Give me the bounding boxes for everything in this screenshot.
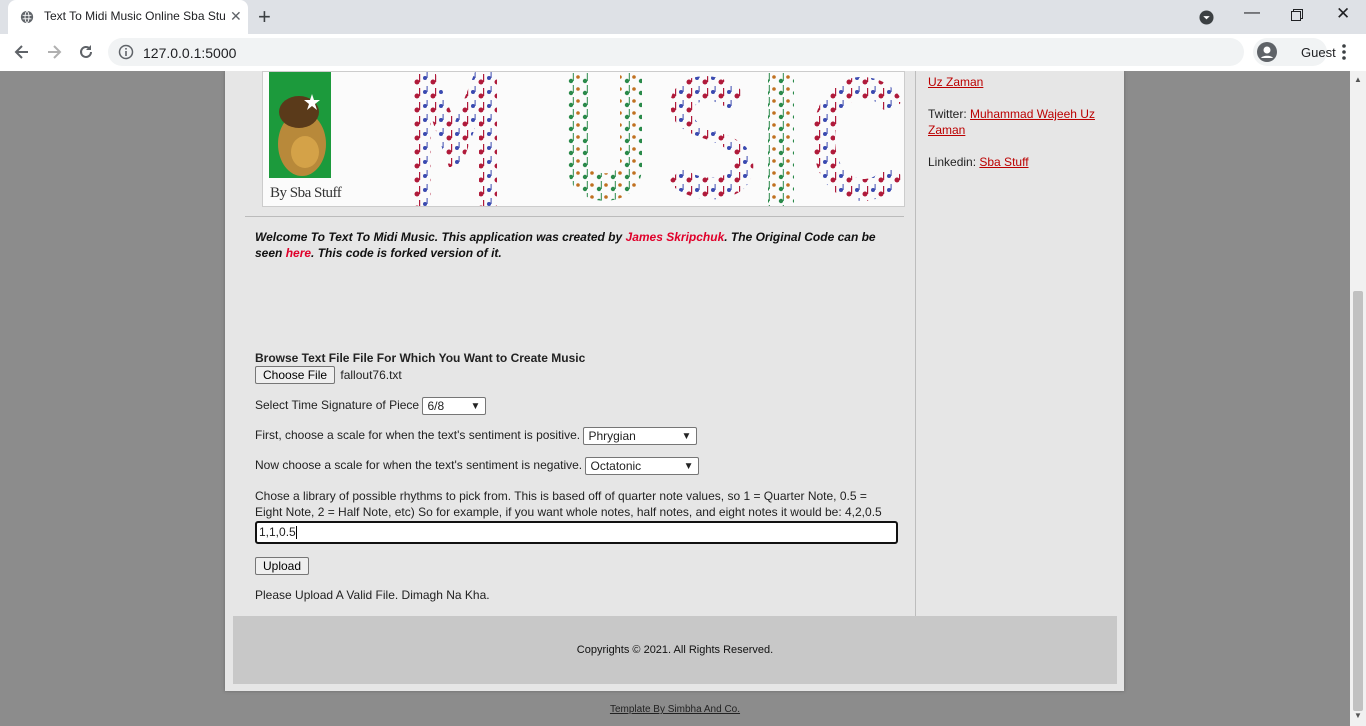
banner-divider	[245, 216, 904, 217]
chevron-down-icon: ▼	[683, 461, 694, 472]
kebab-menu-icon[interactable]	[1339, 41, 1349, 63]
main-content: By Sba Stuff Welcome To Text To Midi Mus…	[225, 71, 916, 616]
url-text: 127.0.0.1:5000	[143, 45, 237, 61]
original-code-link[interactable]: here	[286, 246, 311, 260]
copyright-text: Copyrights © 2021. All Rights Reserved.	[576, 644, 774, 656]
page-container: By Sba Stuff Welcome To Text To Midi Mus…	[225, 71, 1124, 691]
tab-title: Text To Midi Music Online Sba Stuff	[44, 9, 226, 23]
positive-scale-label: First, choose a scale for when the text'…	[255, 428, 581, 443]
welcome-part-1: Welcome To Text To Midi Music. This appl…	[255, 230, 626, 244]
restore-icon[interactable]	[1291, 9, 1303, 21]
rhythm-label: Chose a library of possible rhythms to p…	[255, 489, 882, 519]
page-scrollbar[interactable]: ▲ ▼	[1350, 71, 1366, 726]
scrollbar-thumb[interactable]	[1353, 291, 1363, 711]
sidebar-top-link[interactable]: Uz Zaman	[928, 75, 983, 89]
new-tab-icon[interactable]: +	[258, 4, 271, 30]
tab-close-icon[interactable]: ✕	[230, 8, 242, 25]
negative-scale-row: Now choose a scale for when the text's s…	[255, 457, 700, 475]
music-notes-art	[413, 72, 903, 206]
footer: Copyrights © 2021. All Rights Reserved.	[233, 616, 1117, 684]
time-signature-label: Select Time Signature of Piece	[255, 398, 420, 413]
globe-icon	[20, 10, 34, 24]
browser-tabbar: Text To Midi Music Online Sba Stuff ✕ + …	[0, 0, 1366, 34]
linkedin-label: Linkedin:	[928, 155, 980, 169]
linkedin-row: Linkedin: Sba Stuff	[928, 154, 1029, 170]
browser-toolbar: 127.0.0.1:5000 Guest	[0, 34, 1366, 72]
choose-file-button[interactable]: Choose File	[255, 366, 336, 384]
address-bar[interactable]: 127.0.0.1:5000	[108, 38, 1244, 66]
upload-row: Upload	[255, 557, 310, 575]
tab-search-icon[interactable]	[1199, 10, 1214, 25]
page-viewport: By Sba Stuff Welcome To Text To Midi Mus…	[0, 71, 1350, 726]
header-banner: By Sba Stuff	[262, 71, 905, 207]
linkedin-link[interactable]: Sba Stuff	[979, 155, 1028, 169]
time-signature-value: 6/8	[427, 399, 445, 413]
template-credit-link[interactable]: Template By Simbha And Co.	[0, 704, 1350, 715]
twitter-row: Twitter: Muhammad Wajeeh Uz Zaman	[928, 106, 1108, 138]
profile-button[interactable]: Guest	[1253, 38, 1336, 66]
scroll-up-icon[interactable]: ▲	[1354, 75, 1362, 84]
positive-scale-row: First, choose a scale for when the text'…	[255, 427, 698, 445]
back-icon[interactable]	[12, 42, 32, 62]
positive-scale-select[interactable]: Phrygian ▼	[583, 427, 698, 445]
scroll-down-icon[interactable]: ▼	[1354, 711, 1362, 720]
negative-scale-select[interactable]: Octatonic ▼	[585, 457, 700, 475]
rhythm-input[interactable]: 1,1,0.5	[255, 521, 898, 544]
negative-scale-value: Octatonic	[590, 459, 642, 473]
time-signature-row: Select Time Signature of Piece 6/8 ▼	[255, 397, 487, 415]
minimize-icon[interactable]: —	[1244, 4, 1260, 22]
close-window-icon[interactable]: ✕	[1336, 4, 1350, 24]
welcome-text: Welcome To Text To Midi Music. This appl…	[255, 229, 895, 261]
status-message: Please Upload A Valid File. Dimagh Na Kh…	[255, 588, 490, 602]
sidebar-top-link-row: Uz Zaman	[928, 74, 983, 90]
file-name: fallout76.txt	[340, 368, 402, 382]
banner-byline: By Sba Stuff	[270, 185, 342, 201]
positive-scale-value: Phrygian	[588, 429, 636, 443]
forward-icon[interactable]	[44, 42, 64, 62]
file-label: Browse Text File File For Which You Want…	[255, 351, 586, 365]
avatar-icon	[1257, 42, 1277, 62]
rhythm-input-value: 1,1,0.5	[259, 525, 296, 539]
browser-tab[interactable]: Text To Midi Music Online Sba Stuff ✕	[8, 0, 248, 34]
lion-logo-icon	[269, 72, 331, 178]
author-link[interactable]: James Skripchuk	[626, 230, 725, 244]
negative-scale-label: Now choose a scale for when the text's s…	[255, 458, 583, 473]
profile-label: Guest	[1301, 45, 1336, 60]
file-input-row: Choose File fallout76.txt	[255, 366, 402, 384]
time-signature-select[interactable]: 6/8 ▼	[422, 397, 487, 415]
reload-icon[interactable]	[76, 42, 96, 62]
upload-button[interactable]: Upload	[255, 557, 310, 575]
text-caret	[295, 526, 297, 540]
chevron-down-icon: ▼	[681, 431, 692, 442]
twitter-label: Twitter:	[928, 107, 971, 121]
info-icon[interactable]	[118, 44, 134, 60]
chevron-down-icon: ▼	[470, 401, 481, 412]
welcome-part-3: . This code is forked version of it.	[311, 246, 502, 260]
